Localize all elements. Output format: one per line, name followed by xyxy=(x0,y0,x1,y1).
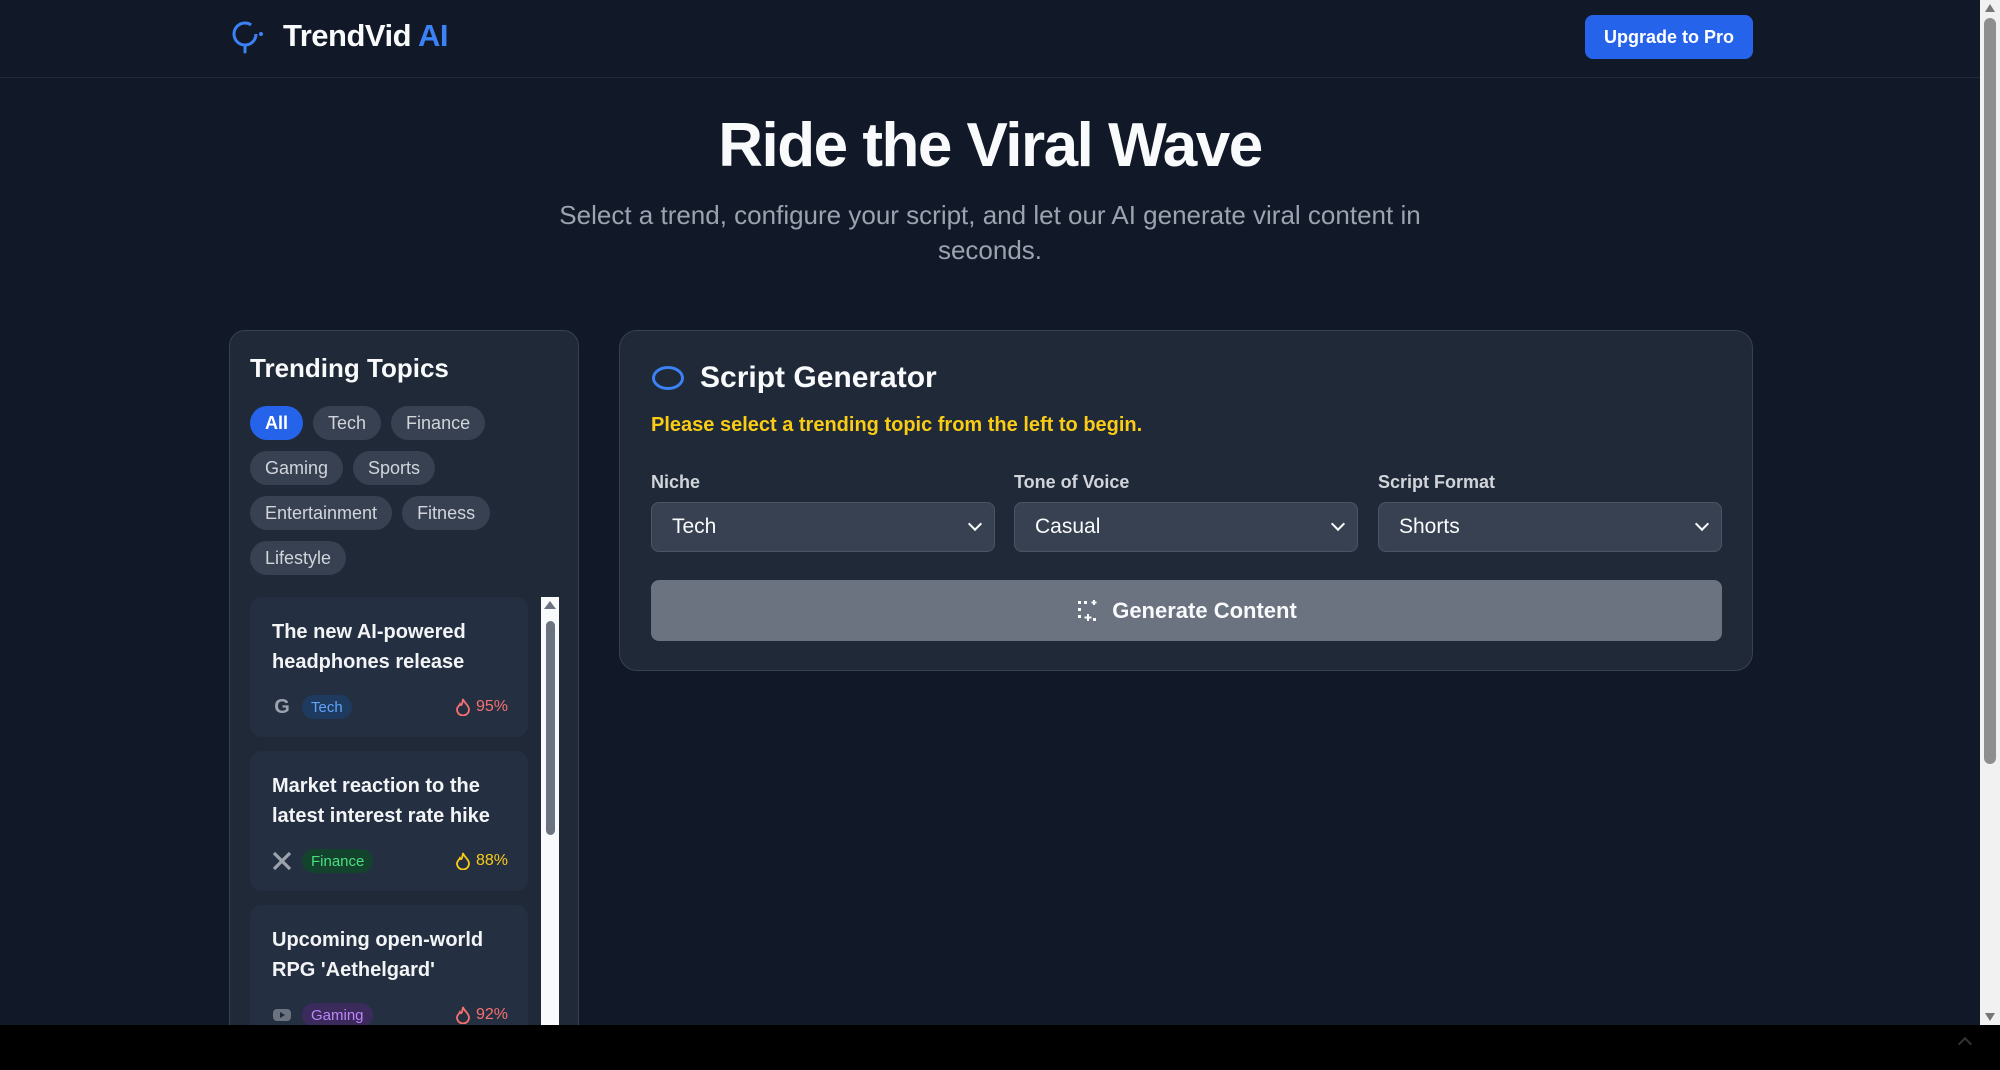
topic-list: The new AI-powered headphones release G … xyxy=(250,597,530,1025)
hero-title: Ride the Viral Wave xyxy=(718,111,1263,180)
topic-card[interactable]: Market reaction to the latest interest r… xyxy=(250,751,528,891)
topic-list-scrollbar[interactable] xyxy=(541,597,559,1025)
filter-gaming[interactable]: Gaming xyxy=(250,451,344,485)
tone-select[interactable]: Casual xyxy=(1014,502,1358,552)
topic-filters: All Tech Finance Gaming Sports Entertain… xyxy=(250,406,570,575)
scrollbar-thumb[interactable] xyxy=(546,621,555,835)
brand-name: TrendVid AI xyxy=(283,18,449,53)
tone-label: Tone of Voice xyxy=(1014,472,1130,492)
flame-icon xyxy=(456,852,470,870)
page-scrollbar[interactable] xyxy=(1980,0,2000,1025)
scroll-up-icon[interactable] xyxy=(1985,4,1995,12)
script-generator-panel: Script Generator Please select a trendin… xyxy=(619,330,1753,671)
topic-title: The new AI-powered headphones release xyxy=(272,621,466,673)
topic-tag: Gaming xyxy=(302,1003,373,1025)
app-viewport: TrendVid AI Upgrade to Pro Ride the Vira… xyxy=(0,0,1980,1025)
logo-icon xyxy=(232,21,263,54)
script-icon xyxy=(652,366,684,390)
sparkles-icon xyxy=(1078,599,1097,621)
topic-meta: G Tech 95% xyxy=(272,694,508,720)
generator-title: Script Generator xyxy=(700,361,937,394)
trending-topics-panel: Trending Topics All Tech Finance Gaming … xyxy=(229,330,579,1025)
topic-title: Upcoming open-world RPG 'Aethelgard' xyxy=(272,929,484,981)
google-icon: G xyxy=(274,695,290,718)
chevron-down-icon xyxy=(967,516,983,532)
filter-all[interactable]: All xyxy=(250,406,304,440)
filter-finance[interactable]: Finance xyxy=(391,406,486,440)
format-label: Script Format xyxy=(1378,472,1496,492)
hero-subtitle: Select a trend, configure your script, a… xyxy=(559,200,1421,265)
youtube-icon xyxy=(272,1005,292,1025)
niche-select[interactable]: Tech xyxy=(651,502,995,552)
tone-field: Tone of Voice Casual xyxy=(1014,472,1358,552)
chevron-down-icon xyxy=(1694,516,1710,532)
topic-tag: Tech xyxy=(302,695,352,719)
topic-card[interactable]: Upcoming open-world RPG 'Aethelgard' Gam… xyxy=(250,905,528,1025)
generator-header: Script Generator xyxy=(652,361,937,395)
trend-score: 88% xyxy=(455,852,508,870)
filter-sports[interactable]: Sports xyxy=(353,451,436,485)
bottom-bar xyxy=(0,1025,2000,1070)
upgrade-button[interactable]: Upgrade to Pro xyxy=(1585,15,1753,59)
scroll-up-icon[interactable] xyxy=(544,601,556,609)
trend-score: 95% xyxy=(455,698,508,716)
flame-icon xyxy=(456,698,470,716)
topic-meta: Gaming 92% xyxy=(272,1002,508,1025)
filter-entertainment[interactable]: Entertainment xyxy=(250,496,393,530)
topic-title: Market reaction to the latest interest r… xyxy=(272,775,490,827)
topic-tag: Finance xyxy=(302,849,374,873)
brand[interactable]: TrendVid AI xyxy=(229,17,449,55)
x-icon xyxy=(272,851,292,871)
top-header: TrendVid AI Upgrade to Pro xyxy=(0,0,1980,78)
niche-label: Niche xyxy=(651,472,701,492)
scroll-down-icon[interactable] xyxy=(1985,1013,1995,1021)
filter-lifestyle[interactable]: Lifestyle xyxy=(250,541,347,575)
format-select[interactable]: Shorts xyxy=(1378,502,1722,552)
trend-score: 92% xyxy=(455,1006,508,1024)
chevron-down-icon xyxy=(1330,516,1346,532)
topic-meta: Finance 88% xyxy=(272,848,508,874)
flame-icon xyxy=(456,1006,470,1024)
page-scrollbar-thumb[interactable] xyxy=(1984,18,1996,764)
filter-fitness[interactable]: Fitness xyxy=(402,496,491,530)
niche-field: Niche Tech xyxy=(651,472,995,552)
topic-card[interactable]: The new AI-powered headphones release G … xyxy=(250,597,528,737)
chevron-up-icon[interactable] xyxy=(1957,1036,1973,1052)
select-topic-warning: Please select a trending topic from the … xyxy=(651,414,1143,436)
trending-topics-title: Trending Topics xyxy=(250,353,449,383)
generate-content-button[interactable]: Generate Content xyxy=(651,580,1722,641)
format-field: Script Format Shorts xyxy=(1378,472,1722,552)
filter-tech[interactable]: Tech xyxy=(313,406,382,440)
